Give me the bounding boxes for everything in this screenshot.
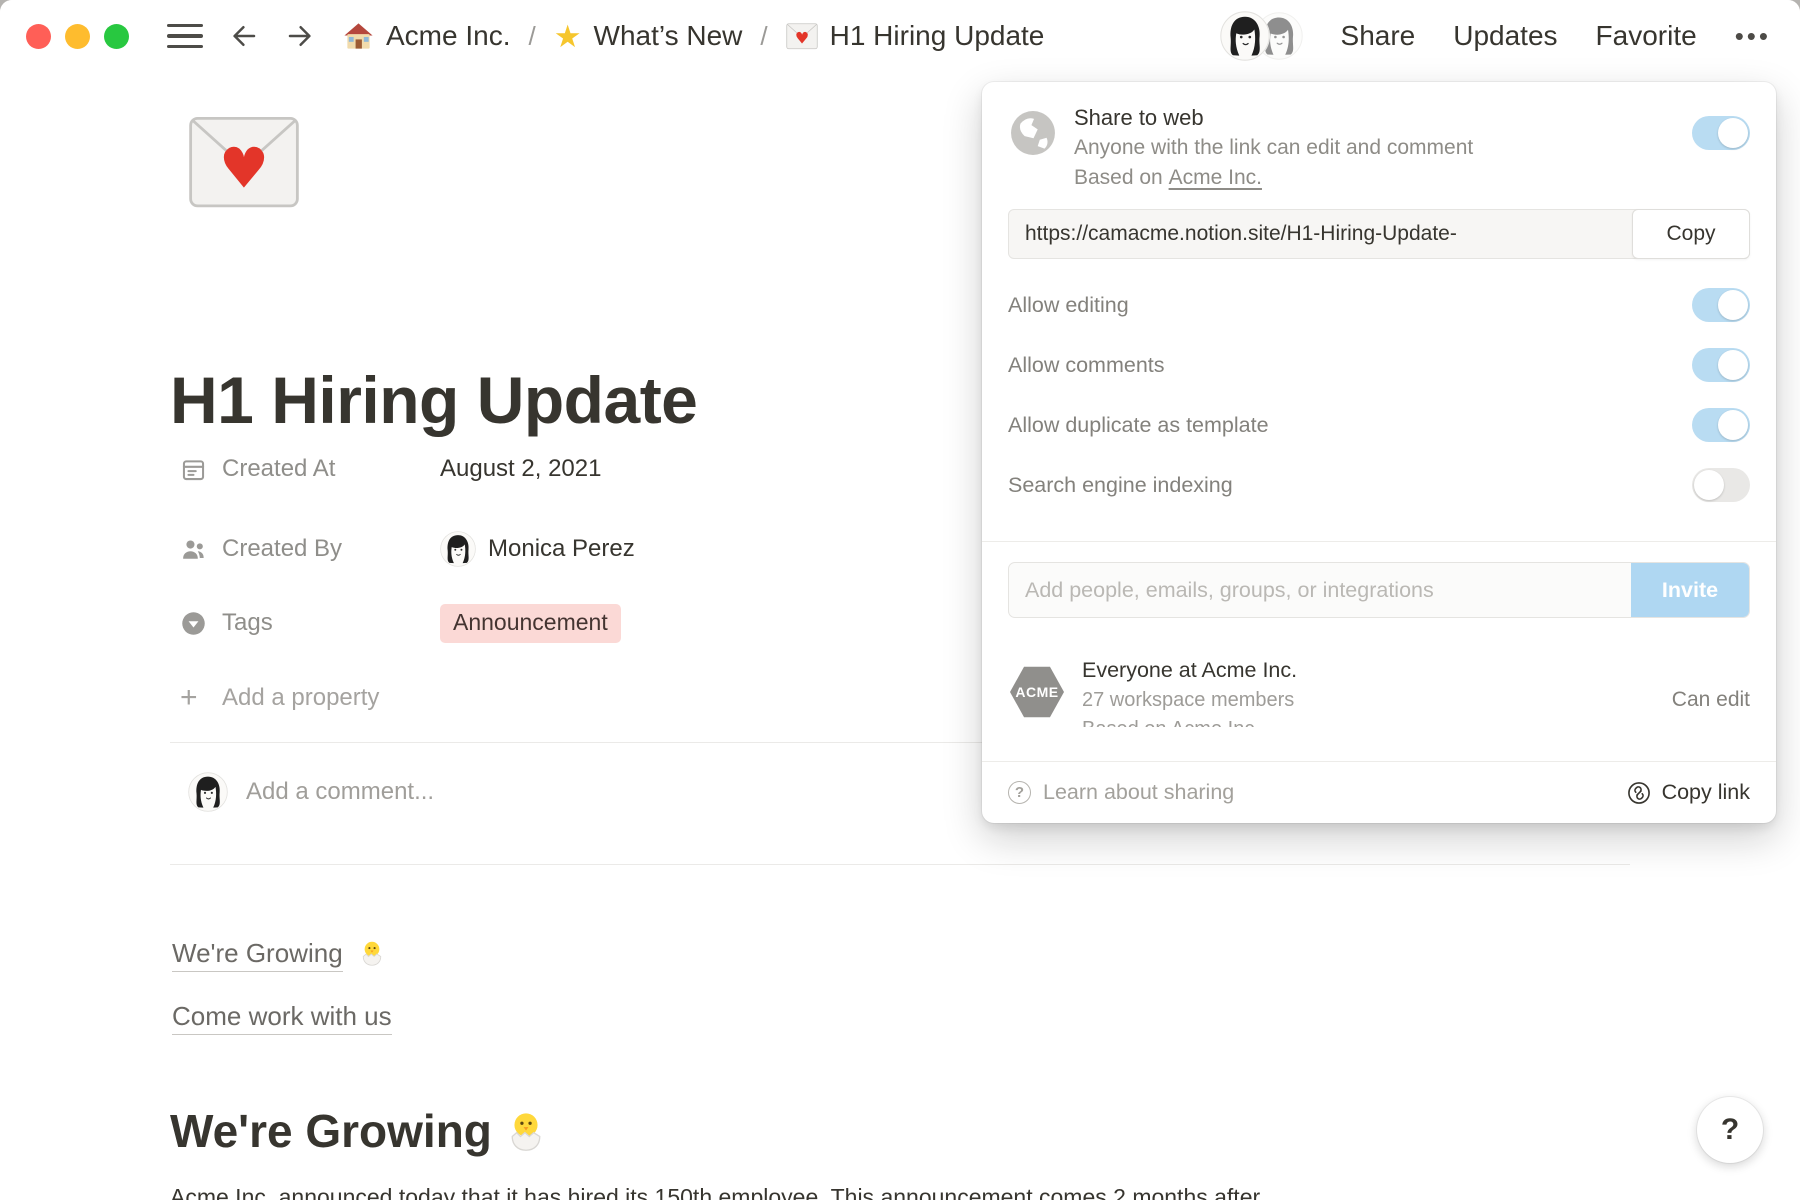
presence-avatars (1220, 11, 1303, 61)
breadcrumb: Acme Inc. / ★ What’s New / H1 Hiring Upd… (343, 20, 1044, 52)
add-property-label: Add a property (222, 684, 379, 712)
notion-window: Acme Inc. / ★ What’s New / H1 Hiring Upd… (0, 0, 1800, 1200)
property-value-date[interactable]: August 2, 2021 (440, 455, 601, 483)
property-row-created-by[interactable]: Created By Monica Perez (180, 526, 980, 572)
globe-icon (1010, 110, 1056, 156)
setting-label: Allow duplicate as template (1008, 413, 1269, 438)
back-button[interactable] (229, 21, 259, 51)
traffic-lights (26, 24, 129, 49)
help-button[interactable]: ? (1697, 1097, 1763, 1163)
share-popup: Share to web Anyone with the link can ed… (982, 82, 1776, 823)
breadcrumb-current-page[interactable]: H1 Hiring Update (786, 20, 1045, 52)
based-on-line: Based on Acme Inc. (1074, 163, 1692, 193)
user-avatar[interactable] (1220, 11, 1270, 61)
property-value-tags[interactable]: Announcement (440, 604, 621, 643)
arrow-right-icon (285, 21, 315, 51)
plus-icon: + (180, 685, 207, 712)
topbar-actions: Share Updates Favorite ••• (1220, 11, 1771, 61)
allow-comments-toggle[interactable] (1692, 348, 1750, 382)
workspace-members-row: ACME Everyone at Acme Inc. 27 workspace … (1008, 658, 1750, 727)
invite-button[interactable]: Invite (1631, 563, 1749, 617)
property-value-person[interactable]: Monica Perez (440, 531, 635, 567)
property-label: Created By (222, 535, 342, 563)
breadcrumb-separator: / (760, 21, 767, 52)
breadcrumb-whats-new[interactable]: ★ What’s New (554, 20, 743, 52)
based-on-link[interactable]: Acme Inc. (1169, 166, 1262, 189)
breadcrumb-separator: / (528, 21, 535, 52)
body-paragraph[interactable]: Acme Inc. announced today that it has hi… (170, 1184, 1730, 1200)
setting-row-allow-editing: Allow editing (1008, 275, 1750, 335)
invite-row: Invite (1008, 562, 1750, 618)
acme-logo: ACME (1010, 664, 1064, 720)
star-icon: ★ (554, 21, 582, 52)
setting-label: Allow editing (1008, 293, 1129, 318)
setting-label: Search engine indexing (1008, 473, 1233, 498)
breadcrumb-label: What’s New (594, 20, 743, 52)
invite-input[interactable] (1009, 563, 1631, 617)
updates-button[interactable]: Updates (1453, 20, 1557, 52)
property-row-created-at[interactable]: Created At August 2, 2021 (180, 446, 980, 492)
allow-editing-toggle[interactable] (1692, 288, 1750, 322)
popup-divider (982, 541, 1776, 542)
add-property-button[interactable]: + Add a property (180, 675, 980, 721)
setting-label: Allow comments (1008, 353, 1165, 378)
share-to-web-section: Share to web Anyone with the link can ed… (982, 82, 1776, 193)
members-group-name: Everyone at Acme Inc. (1082, 658, 1297, 683)
setting-row-allow-duplicate: Allow duplicate as template (1008, 395, 1750, 455)
person-icon (180, 536, 207, 563)
divider (170, 864, 1630, 865)
breadcrumb-workspace[interactable]: Acme Inc. (343, 20, 510, 52)
property-label: Created At (222, 455, 335, 483)
house-icon (343, 21, 374, 52)
minimize-button[interactable] (65, 24, 90, 49)
sidebar-menu-icon[interactable] (167, 24, 203, 48)
favorite-button[interactable]: Favorite (1596, 20, 1697, 52)
close-button[interactable] (26, 24, 51, 49)
page-title[interactable]: H1 Hiring Update (170, 362, 697, 438)
person-name: Monica Perez (488, 535, 635, 563)
tag-announcement[interactable]: Announcement (440, 604, 621, 643)
comment-placeholder[interactable]: Add a comment... (246, 778, 434, 806)
property-row-tags[interactable]: Tags Announcement (180, 600, 980, 646)
link-icon (1626, 780, 1652, 806)
popup-footer: ? Learn about sharing Copy link (982, 761, 1776, 823)
setting-row-search-indexing: Search engine indexing (1008, 455, 1750, 515)
love-letter-icon (786, 23, 818, 50)
calendar-icon (180, 456, 207, 483)
help-circle-icon: ? (1008, 781, 1031, 804)
hatching-chick-icon (504, 1109, 548, 1153)
share-url-row: Copy (1008, 209, 1750, 259)
allow-duplicate-toggle[interactable] (1692, 408, 1750, 442)
breadcrumb-label: H1 Hiring Update (830, 20, 1045, 52)
copy-link-button[interactable]: Copy link (1626, 780, 1750, 806)
monica-avatar (440, 531, 476, 567)
section-heading[interactable]: We're Growing (170, 1104, 548, 1158)
more-options-icon[interactable]: ••• (1735, 21, 1771, 52)
toc-link-come-work-with-us[interactable]: Come work with us (172, 1001, 392, 1032)
dropdown-circle-icon (180, 610, 207, 637)
arrow-left-icon (229, 21, 259, 51)
hatching-chick-icon (358, 939, 386, 967)
setting-row-allow-comments: Allow comments (1008, 335, 1750, 395)
learn-about-sharing-link[interactable]: ? Learn about sharing (1008, 780, 1234, 805)
access-level-dropdown[interactable]: Can edit (1672, 688, 1750, 712)
share-settings: Allow editing Allow comments Allow dupli… (1008, 275, 1750, 515)
breadcrumb-label: Acme Inc. (386, 20, 510, 52)
zoom-button[interactable] (104, 24, 129, 49)
toc-link-were-growing[interactable]: We're Growing (172, 938, 386, 969)
commenter-avatar (188, 772, 228, 812)
share-to-web-title: Share to web (1074, 102, 1692, 133)
members-count: 27 workspace members (1082, 689, 1297, 712)
search-indexing-toggle[interactable] (1692, 468, 1750, 502)
share-button[interactable]: Share (1341, 20, 1416, 52)
clipped-row: Based on Acme Inc. (1082, 718, 1297, 727)
share-to-web-toggle[interactable] (1692, 116, 1750, 150)
forward-button[interactable] (285, 21, 315, 51)
page-icon-love-letter[interactable] (188, 115, 300, 211)
add-comment-area[interactable]: Add a comment... (188, 772, 434, 812)
copy-url-button[interactable]: Copy (1632, 209, 1750, 259)
property-label: Tags (222, 609, 273, 637)
share-to-web-subtitle: Anyone with the link can edit and commen… (1074, 133, 1692, 163)
top-bar: Acme Inc. / ★ What’s New / H1 Hiring Upd… (0, 0, 1800, 72)
